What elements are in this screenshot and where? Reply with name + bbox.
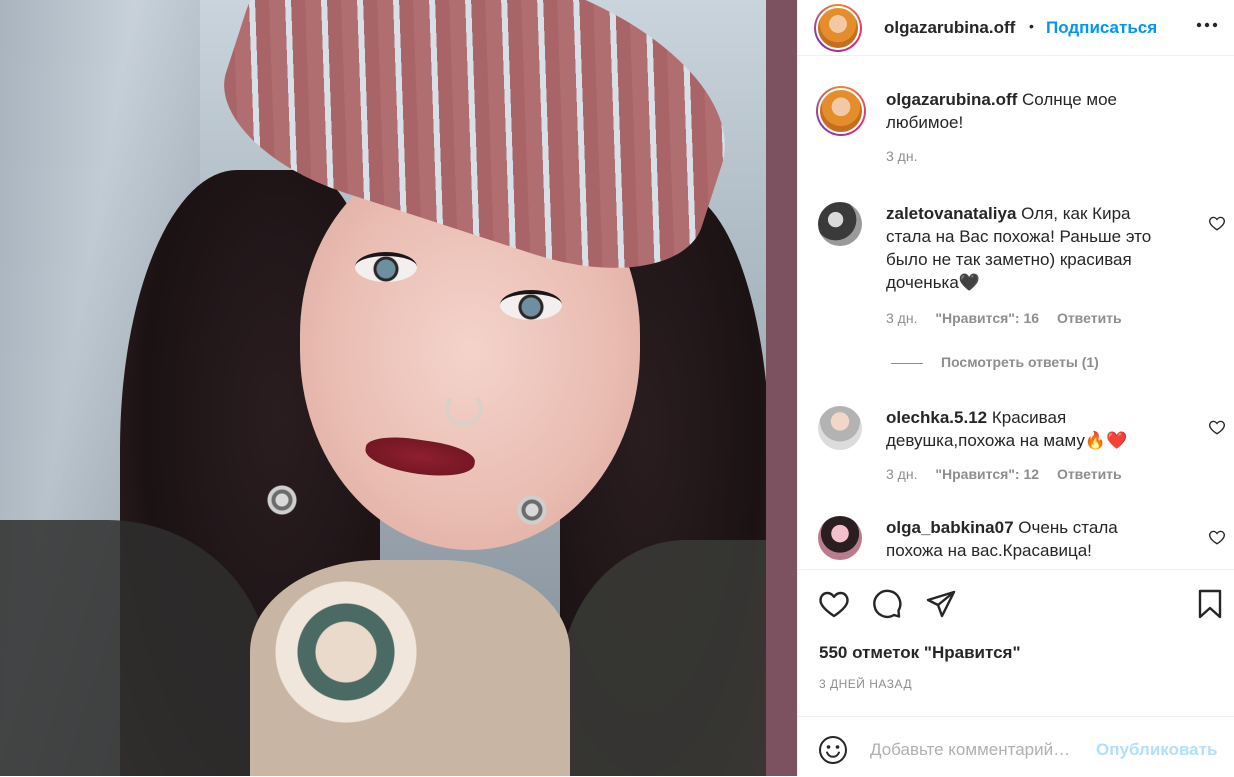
post-date[interactable]: 3 ДНЕЙ НАЗАД bbox=[819, 677, 912, 691]
comment-avatar[interactable] bbox=[818, 516, 862, 560]
comment-like-icon[interactable] bbox=[1208, 214, 1226, 232]
caption-username[interactable]: olgazarubina.off bbox=[886, 90, 1017, 109]
post-actions-bar bbox=[798, 569, 1234, 636]
caption-avatar[interactable] bbox=[816, 86, 866, 136]
comment-input[interactable] bbox=[868, 736, 1090, 764]
header-separator: • bbox=[1029, 18, 1034, 34]
comment-username[interactable]: zaletovanataliya bbox=[886, 204, 1016, 223]
caption-text-block: olgazarubina.off Солнце мое любимое! bbox=[886, 88, 1174, 134]
follow-button[interactable]: Подписаться bbox=[1046, 18, 1157, 38]
post-photo[interactable] bbox=[0, 0, 766, 776]
comment-text-block: olechka.5.12 Красивая девушка,похожа на … bbox=[886, 406, 1174, 452]
photo-earring-right bbox=[515, 470, 549, 550]
bookmark-icon[interactable] bbox=[1194, 588, 1226, 620]
comment-text-block: olga_babkina07 Очень стала похожа на вас… bbox=[886, 516, 1174, 562]
publish-button[interactable]: Опубликовать bbox=[1096, 740, 1217, 760]
comment-likes-count[interactable]: "Нравится": 12 bbox=[935, 466, 1039, 482]
comment-icon[interactable] bbox=[871, 588, 903, 620]
comment-like-icon[interactable] bbox=[1208, 528, 1226, 546]
comment-meta: 3 дн. "Нравится": 16 Ответить bbox=[886, 310, 1136, 326]
comment-username[interactable]: olga_babkina07 bbox=[886, 518, 1014, 537]
comment-time[interactable]: 3 дн. bbox=[886, 310, 917, 326]
comment-meta: 3 дн. "Нравится": 12 Ответить bbox=[886, 466, 1136, 482]
comment-likes-count[interactable]: "Нравится": 16 bbox=[935, 310, 1039, 326]
caption-meta: 3 дн. bbox=[886, 148, 931, 164]
likes-count[interactable]: 550 отметок "Нравится" bbox=[819, 643, 1021, 663]
reply-button[interactable]: Ответить bbox=[1057, 466, 1122, 482]
photo-eye-left bbox=[355, 252, 417, 282]
caption-time[interactable]: 3 дн. bbox=[886, 148, 917, 164]
comment-avatar[interactable] bbox=[818, 406, 862, 450]
emoji-icon[interactable] bbox=[818, 735, 848, 765]
view-replies-button[interactable]: Посмотреть ответы (1) bbox=[891, 354, 1099, 370]
comment-time[interactable]: 3 дн. bbox=[886, 466, 917, 482]
comment-username[interactable]: olechka.5.12 bbox=[886, 408, 987, 427]
comment-text-block: zaletovanataliya Оля, как Кира стала на … bbox=[886, 202, 1174, 294]
post-side-panel: olgazarubina.off • Подписаться olgazarub… bbox=[797, 0, 1234, 776]
share-icon[interactable] bbox=[925, 588, 957, 620]
view-replies-line bbox=[891, 362, 923, 364]
comments-list[interactable]: olgazarubina.off Солнце мое любимое! 3 д… bbox=[798, 56, 1234, 569]
post-media-area bbox=[0, 0, 797, 776]
comment-avatar[interactable] bbox=[818, 202, 862, 246]
heart-icon[interactable] bbox=[818, 588, 850, 620]
view-replies-label: Посмотреть ответы (1) bbox=[941, 354, 1099, 370]
comment-like-icon[interactable] bbox=[1208, 418, 1226, 436]
post-header: olgazarubina.off • Подписаться bbox=[798, 0, 1234, 56]
photo-eye-right bbox=[500, 290, 562, 320]
reply-button[interactable]: Ответить bbox=[1057, 310, 1122, 326]
comment-composer: Опубликовать bbox=[798, 716, 1234, 777]
photo-nose-ring bbox=[445, 392, 483, 426]
author-avatar[interactable] bbox=[814, 4, 862, 52]
more-options-icon[interactable] bbox=[1194, 12, 1220, 38]
photo-floral-shirt bbox=[250, 560, 570, 776]
author-username[interactable]: olgazarubina.off bbox=[884, 18, 1015, 38]
photo-earring-left bbox=[265, 460, 299, 540]
